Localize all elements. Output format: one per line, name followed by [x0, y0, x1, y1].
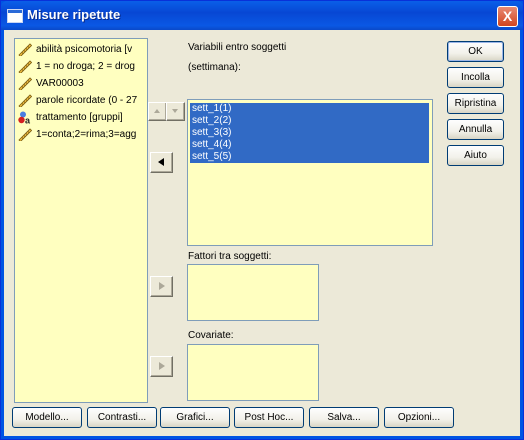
ok-button[interactable]: OK	[447, 41, 504, 62]
ruler-icon	[18, 94, 33, 108]
within-subjects-sublabel: (settimana):	[188, 62, 241, 73]
variable-item[interactable]: VAR00003	[18, 76, 144, 91]
window-icon	[7, 9, 23, 23]
move-up-button[interactable]	[148, 102, 167, 121]
save-button[interactable]: Salva...	[309, 407, 379, 428]
dialog-body: abilità psicomotoria [v 1 = no droga; 2 …	[4, 30, 520, 436]
variable-label: trattamento [gruppi]	[36, 112, 123, 123]
model-button[interactable]: Modello...	[12, 407, 82, 428]
between-subjects-list[interactable]	[187, 264, 319, 321]
options-button[interactable]: Opzioni...	[384, 407, 454, 428]
covariates-label: Covariate:	[188, 330, 234, 341]
within-item[interactable]: sett_4(4)	[190, 139, 429, 151]
variable-label: 1=conta;2=rima;3=agg	[36, 129, 137, 140]
variable-item[interactable]: abilità psicomotoria [v	[18, 42, 144, 57]
within-subjects-label: Variabili entro soggetti	[188, 42, 287, 53]
within-subjects-list[interactable]: sett_1(1) sett_2(2) sett_3(3) sett_4(4) …	[187, 99, 433, 246]
paste-button[interactable]: Incolla	[447, 67, 504, 88]
variable-label: abilità psicomotoria [v	[36, 44, 133, 55]
move-right-between-button[interactable]	[150, 276, 173, 297]
move-left-within-button[interactable]	[150, 152, 173, 173]
variable-item[interactable]: 1 = no droga; 2 = drog	[18, 59, 144, 74]
dialog-window: Misure ripetute X abilità psicomotoria […	[0, 0, 524, 440]
covariates-list[interactable]	[187, 344, 319, 401]
variable-item[interactable]: a trattamento [gruppi]	[18, 110, 144, 125]
plots-button[interactable]: Grafici...	[160, 407, 230, 428]
variable-item[interactable]: 1=conta;2=rima;3=agg	[18, 127, 144, 142]
ruler-icon	[18, 128, 33, 142]
variable-label: VAR00003	[36, 78, 84, 89]
ruler-icon	[18, 43, 33, 57]
move-right-covariates-button[interactable]	[150, 356, 173, 377]
within-item[interactable]: sett_1(1)	[190, 103, 429, 115]
variable-item[interactable]: parole ricordate (0 - 27	[18, 93, 144, 108]
nominal-variable-icon: a	[18, 111, 32, 125]
move-down-button[interactable]	[166, 102, 185, 121]
variable-label: 1 = no droga; 2 = drog	[36, 61, 135, 72]
close-button[interactable]: X	[497, 6, 518, 27]
reset-button[interactable]: Ripristina	[447, 93, 504, 114]
dialog-title: Misure ripetute	[27, 7, 121, 22]
variable-label: parole ricordate (0 - 27	[36, 95, 138, 106]
source-variable-list[interactable]: abilità psicomotoria [v 1 = no droga; 2 …	[14, 38, 148, 403]
contrasts-button[interactable]: Contrasti...	[87, 407, 157, 428]
between-subjects-label: Fattori tra soggetti:	[188, 251, 272, 262]
within-item[interactable]: sett_2(2)	[190, 115, 429, 127]
cancel-button[interactable]: Annulla	[447, 119, 504, 140]
within-item[interactable]: sett_5(5)	[190, 151, 429, 163]
help-button[interactable]: Aiuto	[447, 145, 504, 166]
ruler-icon	[18, 60, 33, 74]
svg-text:a: a	[25, 115, 31, 124]
title-bar[interactable]: Misure ripetute X	[1, 1, 523, 30]
posthoc-button[interactable]: Post Hoc...	[234, 407, 304, 428]
ruler-icon	[18, 77, 33, 91]
within-item[interactable]: sett_3(3)	[190, 127, 429, 139]
